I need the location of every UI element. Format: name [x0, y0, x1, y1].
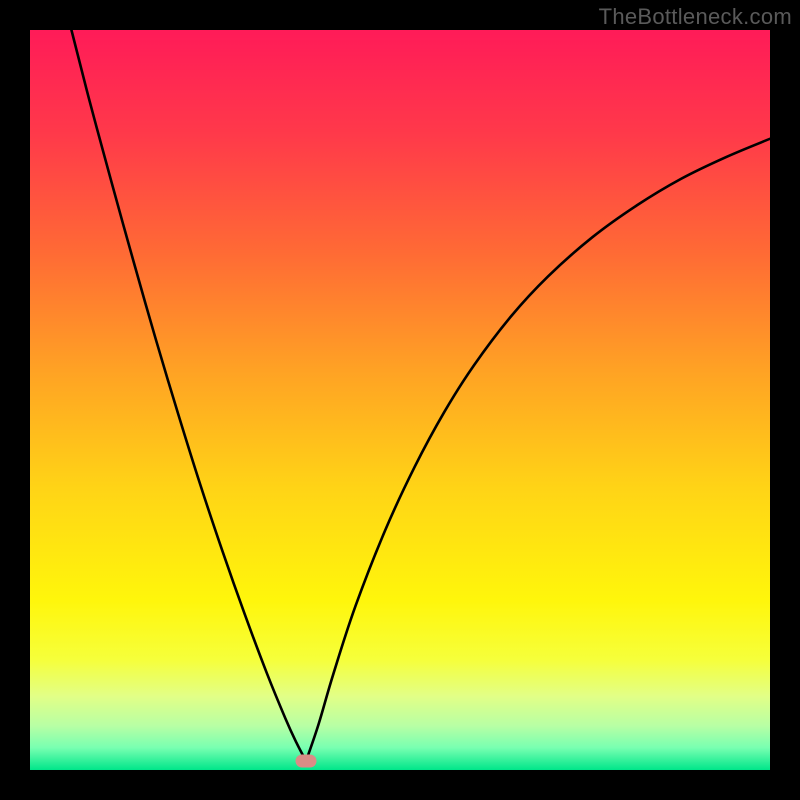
chart-frame: TheBottleneck.com — [0, 0, 800, 800]
minimum-marker — [296, 755, 317, 768]
curve-left-branch — [71, 30, 306, 761]
curve-right-branch — [306, 139, 770, 761]
plot-area — [30, 30, 770, 770]
watermark-text: TheBottleneck.com — [599, 4, 792, 30]
curve-layer — [30, 30, 770, 770]
